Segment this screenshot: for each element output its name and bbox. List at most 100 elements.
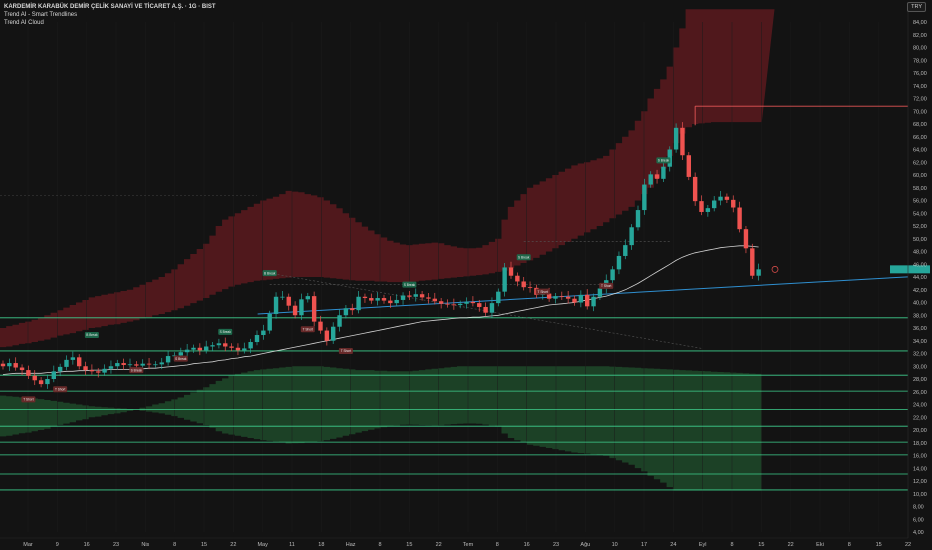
- candle-body: [616, 255, 622, 270]
- price-tick-label: 28,00: [913, 377, 927, 383]
- candle-body: [261, 330, 266, 336]
- candle-body: [413, 294, 418, 297]
- price-tick-label: 14,00: [913, 466, 927, 472]
- candle-body: [159, 362, 164, 365]
- time-tick-label: Eki: [816, 542, 824, 548]
- time-tick-label: 22: [230, 542, 236, 548]
- candle-body: [165, 356, 171, 363]
- candle-body: [121, 363, 126, 365]
- candle-body: [654, 174, 660, 179]
- symbol-title[interactable]: KARDEMİR KARABÜK DEMİR ÇELİK SANAYİ VE T…: [4, 3, 216, 11]
- price-tick-label: 52,00: [913, 224, 927, 230]
- candle-body: [134, 364, 139, 366]
- price-tick-label: 78,00: [913, 58, 927, 64]
- price-tick-label: 24,00: [913, 403, 927, 409]
- price-tick-label: 70,00: [913, 109, 927, 115]
- time-tick-label: Nis: [141, 542, 149, 548]
- candle-body: [204, 346, 209, 351]
- candle-body: [32, 375, 37, 381]
- candle-body: [0, 363, 6, 367]
- time-tick-label: 8: [848, 542, 851, 548]
- candle-body: [191, 347, 196, 350]
- candle-body: [184, 349, 190, 353]
- time-tick-label: 22: [436, 542, 442, 548]
- indicator-smart-trendlines[interactable]: Trend AI - Smart Trendlines: [4, 11, 216, 19]
- candle-body: [572, 298, 577, 303]
- candle-body: [153, 364, 158, 366]
- candle-body: [635, 210, 641, 228]
- price-tick-label: 48,00: [913, 250, 927, 256]
- candle-body: [673, 127, 679, 150]
- price-tick-label: 66,00: [913, 135, 927, 141]
- candle-body: [197, 347, 203, 351]
- price-tick-label: 18,00: [913, 441, 927, 447]
- candle-body: [45, 379, 50, 385]
- time-tick-label: 15: [201, 542, 207, 548]
- price-tick-label: 76,00: [913, 71, 927, 77]
- time-tick-label: 17: [641, 542, 647, 548]
- candle-body: [83, 366, 88, 371]
- candle-body: [70, 357, 76, 360]
- candle-body: [438, 301, 444, 304]
- candle-body: [724, 196, 730, 200]
- candle-body: [375, 298, 380, 301]
- price-axis[interactable]: 4,00 6,00 8,00 10,00 12,00 14,00 16,00 18,00 20,…: [771, 10, 930, 538]
- price-tick-label: 68,00: [913, 122, 927, 128]
- price-tick-label: 84,00: [913, 20, 927, 26]
- last-price-dot: [771, 266, 779, 273]
- price-tick-label: 16,00: [913, 454, 927, 460]
- candle-body: [642, 184, 647, 211]
- candle-body: [502, 267, 507, 292]
- candle-body: [712, 200, 717, 209]
- candle-body: [508, 267, 514, 276]
- candle-body: [7, 363, 12, 367]
- time-axis[interactable]: Mar 9 16 23 Nis 8 15 22 May 11 18 Haz 8 15 22 Tem 8 16 23 A…: [0, 537, 911, 548]
- candle-body: [299, 299, 304, 316]
- candle-body: [680, 127, 685, 156]
- candle-body: [756, 269, 761, 276]
- price-tick-label: 72,00: [913, 97, 927, 103]
- price-tick-label: 42,00: [913, 288, 927, 294]
- signal-label: T Short: [303, 327, 314, 331]
- cloud-lower-band: [0, 366, 762, 491]
- time-tick-label: 8: [730, 542, 733, 548]
- price-tick-label: 82,00: [913, 33, 927, 39]
- time-tick-label: Ağu: [580, 542, 590, 548]
- time-tick-label: 23: [553, 542, 559, 548]
- candle-body: [381, 298, 387, 301]
- time-tick-label: 15: [406, 542, 412, 548]
- indicator-trend-cloud[interactable]: Trend AI Cloud: [4, 19, 216, 27]
- signal-label: T Short: [341, 349, 352, 353]
- candle-body: [350, 308, 355, 311]
- candle-body: [13, 363, 18, 368]
- candle-body: [210, 345, 215, 347]
- candle-body: [223, 343, 228, 347]
- candle-body: [597, 288, 603, 297]
- candle-body: [426, 297, 431, 299]
- time-tick-label: 23: [113, 542, 119, 548]
- currency-button[interactable]: TRY: [907, 2, 926, 12]
- candle-body: [578, 294, 584, 303]
- chart-legend: KARDEMİR KARABÜK DEMİR ÇELİK SANAYİ VE T…: [4, 3, 216, 27]
- candle-body: [102, 368, 107, 373]
- candle-body: [89, 370, 95, 372]
- time-tick-label: 9: [56, 542, 59, 548]
- candle-body: [19, 367, 25, 371]
- candle-body: [477, 303, 482, 307]
- candle-body: [337, 315, 342, 327]
- candle-body: [311, 296, 317, 322]
- price-chart[interactable]: T Short T Short B Break S Break S Break S Bre…: [0, 0, 932, 550]
- time-tick-label: 11: [289, 542, 295, 548]
- time-tick-label: 8: [496, 542, 499, 548]
- price-tick-label: 38,00: [913, 313, 927, 319]
- price-tick-label: 40,00: [913, 301, 927, 307]
- signal-label: T Short: [23, 398, 34, 402]
- candle-body: [64, 359, 69, 367]
- candle-body: [178, 352, 183, 356]
- signal-label: T Short: [538, 290, 549, 294]
- candle-body: [661, 166, 666, 179]
- price-tick-label: 8,00: [913, 505, 924, 511]
- time-tick-label: 16: [84, 542, 90, 548]
- candle-body: [280, 296, 285, 298]
- candle-body: [731, 199, 736, 208]
